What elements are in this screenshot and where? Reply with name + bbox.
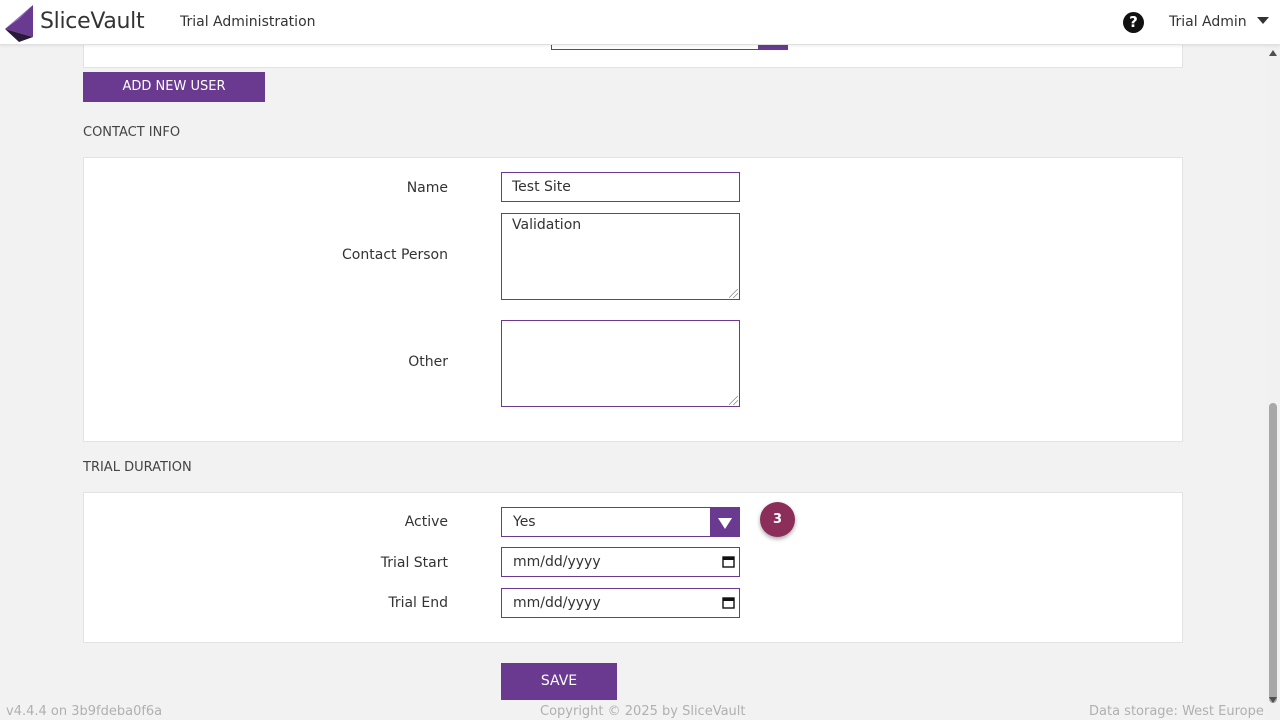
resize-grip-icon[interactable]	[729, 396, 738, 405]
trial-duration-heading: TRIAL DURATION	[83, 460, 192, 475]
trial-start-placeholder: mm/dd/yyyy	[513, 554, 601, 570]
slicevault-logo-icon	[5, 5, 33, 42]
data-storage-text: Data storage: West Europe	[1089, 704, 1264, 719]
header-title: Trial Administration	[180, 14, 316, 30]
dropdown-arrow-icon[interactable]	[710, 508, 739, 536]
contact-info-panel: Name Test Site Contact Person Validation…	[83, 157, 1183, 442]
contact-info-heading: CONTACT INFO	[83, 125, 181, 140]
page-scrollbar[interactable]	[1266, 45, 1280, 720]
user-name: Trial Admin	[1169, 14, 1247, 30]
other-label: Other	[408, 354, 448, 370]
contact-person-textarea[interactable]: Validation	[501, 213, 740, 300]
scrollbar-thumb[interactable]	[1269, 403, 1277, 703]
version-text: v4.4.4 on 3b9fdeba0f6a	[6, 704, 163, 719]
calendar-icon[interactable]	[722, 596, 735, 609]
contact-person-label: Contact Person	[342, 247, 448, 263]
contact-person-value: Validation	[512, 217, 582, 233]
user-menu[interactable]: Trial Admin	[1169, 14, 1269, 30]
add-new-user-button[interactable]: ADD NEW USER	[83, 72, 265, 102]
trial-end-placeholder: mm/dd/yyyy	[513, 595, 601, 611]
save-button[interactable]: SAVE	[501, 663, 617, 700]
copyright-text: Copyright © 2025 by SliceVault	[540, 704, 746, 719]
calendar-icon[interactable]	[722, 555, 735, 568]
scroll-up-arrow-icon[interactable]	[1269, 50, 1277, 56]
active-select[interactable]: Yes	[501, 507, 740, 537]
trial-duration-panel: Active Yes Trial Start mm/dd/yyyy Trial …	[83, 492, 1183, 643]
name-label: Name	[406, 180, 448, 196]
data-storage-selector[interactable]: Data storage: West Europe	[1089, 704, 1276, 719]
step-badge: 3	[760, 502, 795, 537]
trial-end-label: Trial End	[388, 595, 448, 611]
app-header: SliceVault Trial Administration ? Trial …	[0, 0, 1280, 45]
trial-start-label: Trial Start	[380, 555, 448, 571]
brand-name: SliceVault	[40, 9, 145, 34]
question-circle-icon[interactable]: ?	[1123, 12, 1144, 33]
active-label: Active	[404, 514, 448, 530]
scroll-down-arrow-icon[interactable]	[1269, 697, 1277, 703]
chevron-down-icon	[1256, 17, 1269, 24]
trial-start-date-input[interactable]: mm/dd/yyyy	[501, 547, 740, 577]
name-input[interactable]: Test Site	[501, 172, 740, 202]
other-textarea[interactable]	[501, 320, 740, 407]
resize-grip-icon[interactable]	[729, 289, 738, 298]
trial-end-date-input[interactable]: mm/dd/yyyy	[501, 588, 740, 618]
active-select-value: Yes	[513, 514, 536, 530]
